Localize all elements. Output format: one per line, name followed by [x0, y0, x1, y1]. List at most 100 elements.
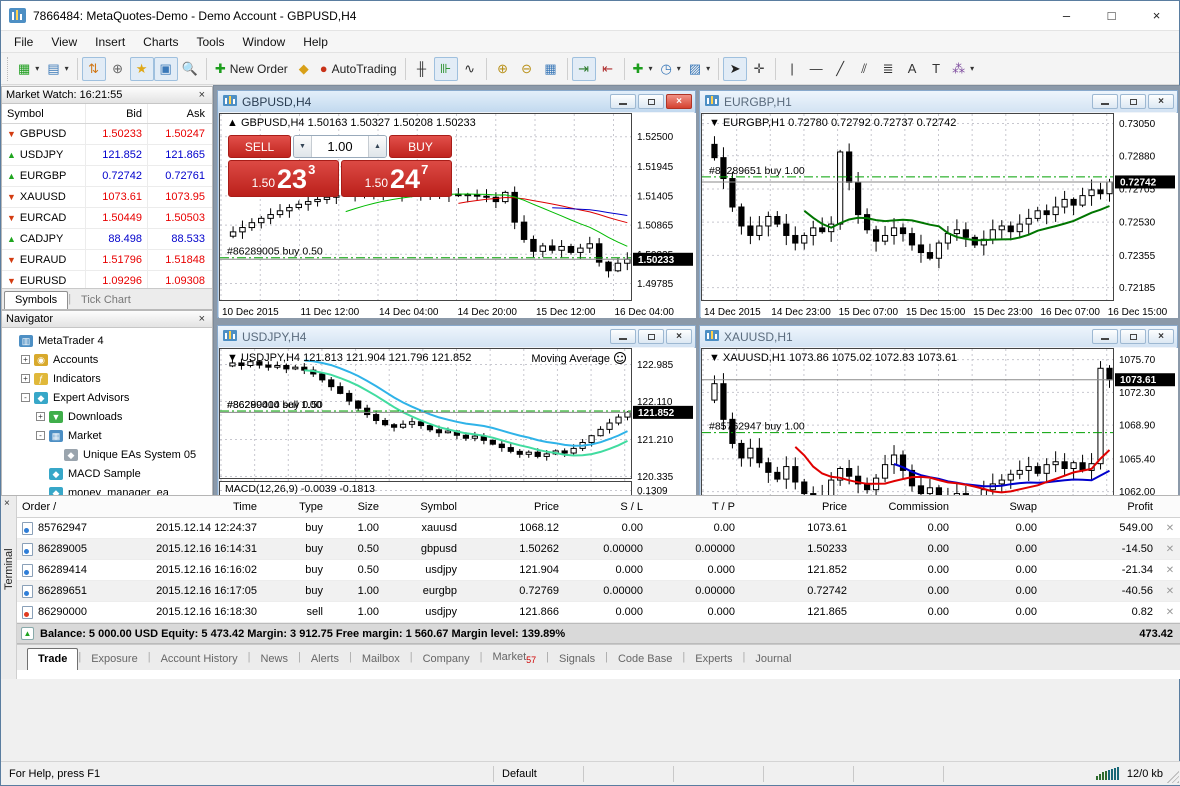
close-button[interactable]: ×: [1148, 94, 1174, 109]
fibonacci-button[interactable]: ≣: [876, 57, 900, 81]
chart-canvas-eurgbp[interactable]: #86289651 buy 1.000.730500.728800.727050…: [701, 113, 1178, 318]
navigator-toggle-button[interactable]: ★: [129, 56, 154, 81]
column-header-ask[interactable]: Ask: [148, 104, 210, 123]
data-window-button[interactable]: ⊕: [106, 57, 130, 81]
collapse-icon[interactable]: -: [21, 393, 30, 402]
order-row[interactable]: 86289005 2015.12.16 16:14:31 buy 0.50 gbpusd…: [17, 539, 1180, 560]
templates-button[interactable]: ▨ ▾: [685, 57, 714, 81]
column-header-t-p[interactable]: T / P: [649, 501, 741, 513]
expand-icon[interactable]: +: [21, 355, 30, 364]
close-icon[interactable]: ×: [196, 89, 208, 101]
terminal-tab-trade[interactable]: Trade: [27, 648, 79, 670]
close-order-icon[interactable]: ✕: [1159, 565, 1180, 576]
terminal-tab-company[interactable]: Company: [413, 649, 480, 670]
chart-window-eurgbp[interactable]: EURGBP,H1 × #86289651 buy 1.00 0.73050 0.728…: [699, 90, 1178, 318]
periods-button[interactable]: ◷ ▾: [656, 57, 684, 81]
zoom-out-button[interactable]: ⊖: [515, 57, 539, 81]
resize-grip[interactable]: [1167, 771, 1179, 783]
market-watch-row[interactable]: ▼ EURCAD 1.50449 1.50503: [2, 208, 212, 229]
tree-item-market[interactable]: - ▦ Market: [6, 426, 212, 445]
horizontal-line-button[interactable]: —: [804, 57, 828, 81]
close-button[interactable]: ×: [1148, 329, 1174, 344]
column-header-price[interactable]: Price: [741, 501, 853, 513]
menu-tools[interactable]: Tools: [188, 32, 234, 52]
buy-price-display[interactable]: 1.50 24 7: [341, 160, 452, 197]
line-chart-mode-button[interactable]: ∿: [458, 57, 482, 81]
restore-button[interactable]: [1120, 94, 1146, 109]
strategy-tester-button[interactable]: 🔍: [178, 57, 202, 81]
zoom-in-button[interactable]: ⊕: [491, 57, 515, 81]
order-row[interactable]: 86290000 2015.12.16 16:18:30 sell 1.00 usdjp…: [17, 602, 1180, 623]
order-row[interactable]: 86289651 2015.12.16 16:17:05 buy 1.00 eurgbp…: [17, 581, 1180, 602]
collapse-icon[interactable]: -: [36, 431, 45, 440]
menu-view[interactable]: View: [42, 32, 86, 52]
tile-windows-button[interactable]: ▦: [539, 57, 563, 81]
column-header-order-[interactable]: Order /: [17, 501, 113, 513]
chart-window-titlebar[interactable]: EURGBP,H1 ×: [700, 91, 1177, 112]
close-button[interactable]: ×: [666, 94, 692, 109]
market-watch-row[interactable]: ▲ USDJPY 121.852 121.865: [2, 145, 212, 166]
restore-button[interactable]: [1120, 329, 1146, 344]
indicators-button[interactable]: ✚ ▾: [629, 57, 657, 81]
close-order-icon[interactable]: ✕: [1159, 607, 1180, 618]
minimize-button[interactable]: [610, 94, 636, 109]
order-row[interactable]: 86289414 2015.12.16 16:16:02 buy 0.50 usdjpy…: [17, 560, 1180, 581]
close-icon[interactable]: ×: [4, 498, 10, 509]
column-header-time[interactable]: Time: [113, 501, 263, 513]
column-header-symbol[interactable]: Symbol: [2, 104, 86, 123]
chart-window-gbpusd[interactable]: GBPUSD,H4 × #86289005 buy 0.50 1.52500 1.519…: [217, 90, 696, 318]
expand-icon[interactable]: +: [21, 374, 30, 383]
autotrading-button[interactable]: ● AutoTrading: [316, 57, 401, 81]
restore-button[interactable]: [638, 94, 664, 109]
menu-window[interactable]: Window: [234, 32, 295, 52]
minimize-button[interactable]: [610, 329, 636, 344]
terminal-tab-news[interactable]: News: [250, 649, 298, 670]
minimize-button[interactable]: [1092, 94, 1118, 109]
terminal-tab-alerts[interactable]: Alerts: [301, 649, 349, 670]
chart-window-titlebar[interactable]: GBPUSD,H4 ×: [218, 91, 695, 112]
market-watch-row[interactable]: ▲ CADJPY 88.498 88.533: [2, 229, 212, 250]
close-order-icon[interactable]: ✕: [1159, 586, 1180, 597]
new-chart-button[interactable]: ▦ ▾: [14, 57, 43, 81]
text-label-button[interactable]: T: [924, 57, 948, 81]
toolbar-grip[interactable]: [7, 56, 12, 81]
buy-button[interactable]: BUY: [389, 135, 452, 158]
restore-button[interactable]: [638, 329, 664, 344]
chart-shift-button[interactable]: ⇤: [596, 57, 620, 81]
cursor-button[interactable]: ➤: [723, 56, 748, 81]
tree-item-downloads[interactable]: + ▼ Downloads: [6, 407, 212, 426]
volume-value[interactable]: 1.00: [312, 136, 368, 157]
tree-item-metatrader-4[interactable]: ▥ MetaTrader 4: [6, 331, 212, 350]
terminal-tab-journal[interactable]: Journal: [745, 649, 801, 670]
tree-item-indicators[interactable]: + ƒ Indicators: [6, 369, 212, 388]
tab-tick-chart[interactable]: Tick Chart: [71, 292, 141, 309]
column-header-bid[interactable]: Bid: [86, 104, 148, 123]
column-header-size[interactable]: Size: [329, 501, 385, 513]
column-header-symbol[interactable]: Symbol: [385, 501, 463, 513]
profiles-button[interactable]: ▤ ▾: [43, 57, 72, 81]
menu-insert[interactable]: Insert: [86, 32, 134, 52]
chart-window-titlebar[interactable]: XAUUSD,H1 ×: [700, 326, 1177, 347]
terminal-tab-code-base[interactable]: Code Base: [608, 649, 682, 670]
chart-window-titlebar[interactable]: USDJPY,H4 ×: [218, 326, 695, 347]
market-watch-row[interactable]: ▼ EURAUD 1.51796 1.51848: [2, 250, 212, 271]
menu-charts[interactable]: Charts: [134, 32, 187, 52]
new-order-button[interactable]: ✚ New Order: [211, 57, 292, 81]
candlestick-mode-button[interactable]: ⊪: [433, 56, 458, 81]
column-header-profit[interactable]: Profit: [1043, 501, 1159, 513]
minimize-button[interactable]: –: [1044, 1, 1089, 31]
vertical-line-button[interactable]: |: [780, 57, 804, 81]
close-order-icon[interactable]: ✕: [1159, 523, 1180, 534]
column-header-type[interactable]: Type: [263, 501, 329, 513]
market-watch-row[interactable]: ▼ XAUUSD 1073.61 1073.95: [2, 187, 212, 208]
market-watch-row[interactable]: ▼ GBPUSD 1.50233 1.50247: [2, 124, 212, 145]
tree-item-expert-advisors[interactable]: - ◆ Expert Advisors: [6, 388, 212, 407]
status-profile[interactable]: Default: [494, 765, 584, 782]
market-watch-toggle-button[interactable]: ⇅: [81, 56, 106, 81]
maximize-button[interactable]: □: [1089, 1, 1134, 31]
sell-button[interactable]: SELL: [228, 135, 291, 158]
close-order-icon[interactable]: ✕: [1159, 544, 1180, 555]
column-header-commission[interactable]: Commission: [853, 501, 955, 513]
terminal-tab-signals[interactable]: Signals: [549, 649, 605, 670]
auto-scroll-button[interactable]: ⇥: [571, 56, 596, 81]
